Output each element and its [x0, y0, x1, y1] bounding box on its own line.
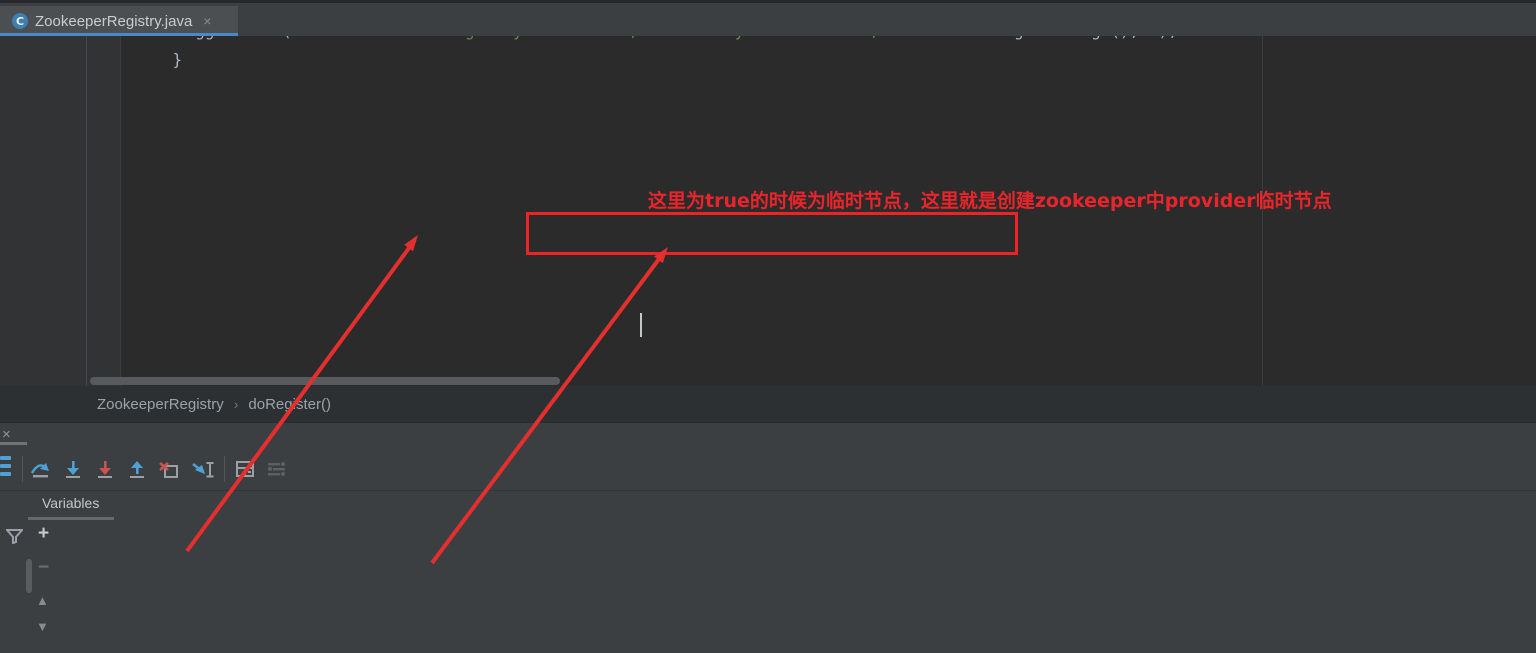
step-out-icon[interactable] [124, 456, 150, 482]
editor-tab-bar: C ZookeeperRegistry.java × [0, 0, 1536, 39]
gutter-guide-line [86, 36, 87, 386]
code-token: } [134, 50, 182, 69]
drop-frame-icon[interactable] [156, 456, 182, 482]
tab-title: ZookeeperRegistry.java [35, 13, 192, 30]
frames-scrollbar[interactable] [26, 559, 32, 593]
run-to-cursor-icon[interactable] [190, 456, 216, 482]
code-token: + e.getMessage(), e); [966, 36, 1178, 40]
code-token: logger.warn( [176, 36, 292, 40]
step-into-icon[interactable] [60, 456, 86, 482]
tab-zookeeperregistry[interactable]: C ZookeeperRegistry.java × [0, 6, 238, 36]
tab-close-icon[interactable]: × [203, 13, 211, 29]
text-caret [640, 313, 642, 337]
code-line-121[interactable]: logger.warn("Failed to save registry cac… [176, 36, 1178, 46]
breadcrumb-separator: › [234, 396, 239, 412]
editor-gutter[interactable] [0, 36, 121, 386]
tab-variables[interactable]: Variables [42, 495, 99, 511]
toolbar-separator [224, 456, 225, 482]
tool-tab-underline-fragment [0, 442, 27, 445]
show-execution-point-icon[interactable] [0, 456, 11, 482]
next-frame-icon[interactable]: ▼ [36, 619, 49, 634]
annotation-note: 这里为true的时候为临时节点，这里就是创建zookeeper中provider… [648, 186, 1332, 213]
previous-frame-icon[interactable]: ▲ [36, 593, 49, 608]
filter-funnel-icon[interactable] [6, 529, 23, 549]
variables-tab-underline [28, 517, 114, 520]
toolbar-separator [22, 456, 23, 482]
breadcrumb-class[interactable]: ZookeeperRegistry [97, 396, 224, 413]
code-token: "Failed to save registry cache file, wil… [292, 36, 966, 40]
add-watch-button[interactable]: + [38, 525, 49, 543]
remove-watch-button[interactable]: − [38, 559, 49, 577]
evaluate-expression-icon[interactable] [232, 456, 258, 482]
code-line-122[interactable]: } [134, 46, 182, 75]
step-over-icon[interactable] [28, 456, 54, 482]
close-icon[interactable]: × [2, 426, 11, 443]
horizontal-scrollbar[interactable] [90, 377, 560, 385]
breadcrumb-method[interactable]: doRegister() [248, 396, 331, 413]
trace-current-stream-icon[interactable] [264, 456, 290, 482]
breadcrumb: ZookeeperRegistry › doRegister() [0, 386, 1536, 422]
panel-divider [0, 490, 1536, 491]
java-class-icon: C [12, 13, 28, 29]
ide-window: C ZookeeperRegistry.java × logger.warn("… [0, 0, 1536, 653]
debug-tool-window: × Variables [0, 422, 1536, 653]
annotation-highlight-box [526, 212, 1018, 255]
force-step-into-icon[interactable] [92, 456, 118, 482]
